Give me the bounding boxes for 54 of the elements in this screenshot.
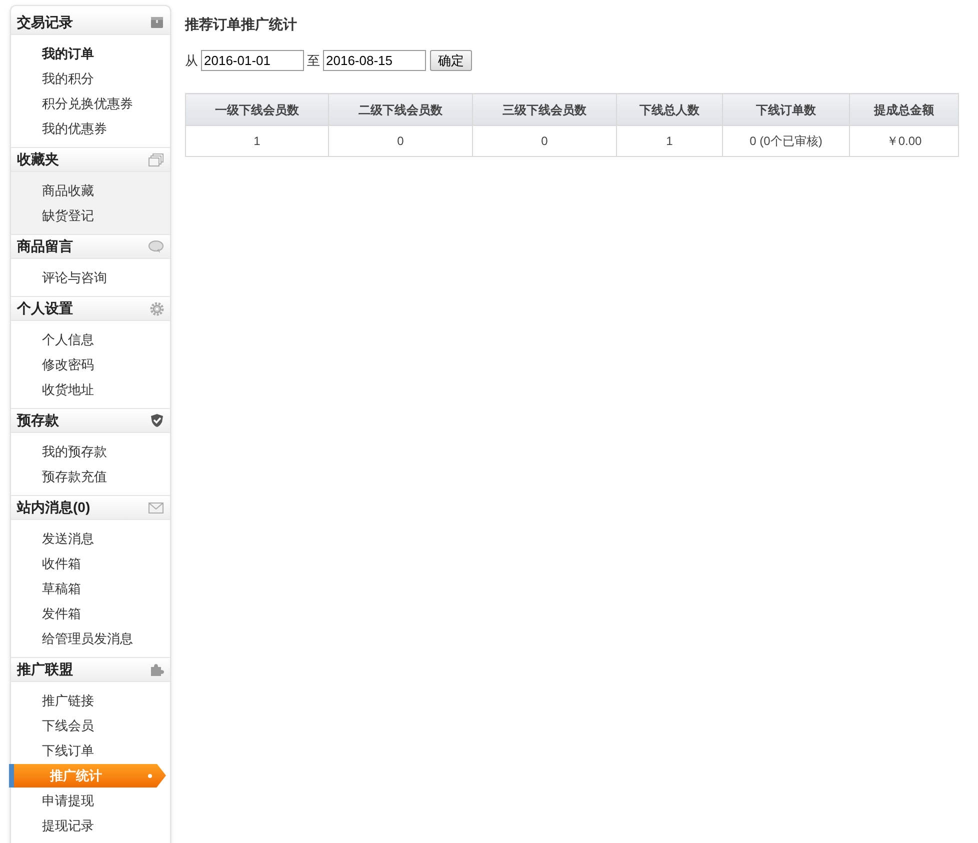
- sidebar-link[interactable]: 评论与咨询: [42, 268, 107, 288]
- table-cell: ￥0.00: [850, 126, 958, 156]
- date-field[interactable]: 2016-08-15: [323, 50, 426, 71]
- sidebar-link[interactable]: 我的优惠券: [42, 118, 107, 138]
- table-cell: 0 (0个已审核): [722, 126, 850, 156]
- puzzle-icon: [149, 662, 164, 677]
- sidebar-link[interactable]: 下线订单: [42, 740, 94, 760]
- windows-icon: [148, 152, 164, 166]
- column-header: 二级下线会员数: [328, 94, 472, 126]
- section-title: 推广联盟: [17, 660, 73, 679]
- section-title: 预存款: [17, 411, 59, 430]
- field-label: 至: [307, 52, 320, 70]
- sidebar-link[interactable]: 提现记录: [42, 816, 94, 836]
- column-header: 一级下线会员数: [186, 94, 328, 126]
- date-field[interactable]: 2016-01-01: [201, 50, 304, 71]
- envelope-icon: [148, 501, 164, 514]
- sidebar-link[interactable]: 缺货登记: [42, 206, 94, 226]
- table-cell: 0: [472, 126, 616, 156]
- sidebar-link[interactable]: 推广链接: [42, 690, 94, 710]
- table-cell: 1: [616, 126, 722, 156]
- sidebar-link[interactable]: 给管理员发消息: [42, 628, 133, 648]
- sidebar-link[interactable]: 下线会员: [42, 716, 94, 736]
- sidebar-link[interactable]: 我的积分: [42, 68, 94, 88]
- sidebar-link[interactable]: 发件箱: [42, 604, 81, 624]
- gear-icon: [150, 302, 164, 316]
- sidebar-link[interactable]: 个人信息: [42, 330, 94, 350]
- column-header: 三级下线会员数: [472, 94, 616, 126]
- field-label: 从: [185, 52, 198, 70]
- shield-check-icon: [150, 413, 164, 428]
- sidebar-link[interactable]: 草稿箱: [42, 578, 81, 598]
- sidebar-link[interactable]: 收件箱: [42, 554, 81, 574]
- speech-bubble-icon: [148, 240, 164, 254]
- section-title: 商品留言: [17, 237, 73, 256]
- table-cell: 1: [186, 126, 328, 156]
- confirm-button[interactable]: 确定: [430, 50, 472, 71]
- sidebar-link[interactable]: 修改密码: [42, 354, 94, 374]
- column-header: 提成总金额: [850, 94, 958, 126]
- page-title: 推荐订单推广统计: [185, 15, 298, 34]
- section-title: 交易记录: [17, 12, 73, 32]
- box-icon: [150, 15, 164, 29]
- sidebar-link[interactable]: 我的订单: [42, 44, 94, 64]
- sidebar-link[interactable]: 申请提现: [42, 790, 94, 810]
- section-title: 站内消息(0): [17, 498, 90, 517]
- section-title: 收藏夹: [17, 150, 59, 169]
- table-cell: 0: [328, 126, 472, 156]
- sidebar-link[interactable]: 商品收藏: [42, 180, 94, 200]
- sidebar-link[interactable]: 发送消息: [42, 528, 94, 548]
- sidebar-link[interactable]: 我的预存款: [42, 442, 107, 462]
- sidebar-link[interactable]: 预存款充值: [42, 466, 107, 486]
- sidebar-link[interactable]: 积分兑换优惠券: [42, 94, 133, 114]
- section-title: 个人设置: [17, 299, 73, 318]
- sidebar-link[interactable]: 收货地址: [42, 380, 94, 400]
- column-header: 下线总人数: [616, 94, 722, 126]
- column-header: 下线订单数: [722, 94, 850, 126]
